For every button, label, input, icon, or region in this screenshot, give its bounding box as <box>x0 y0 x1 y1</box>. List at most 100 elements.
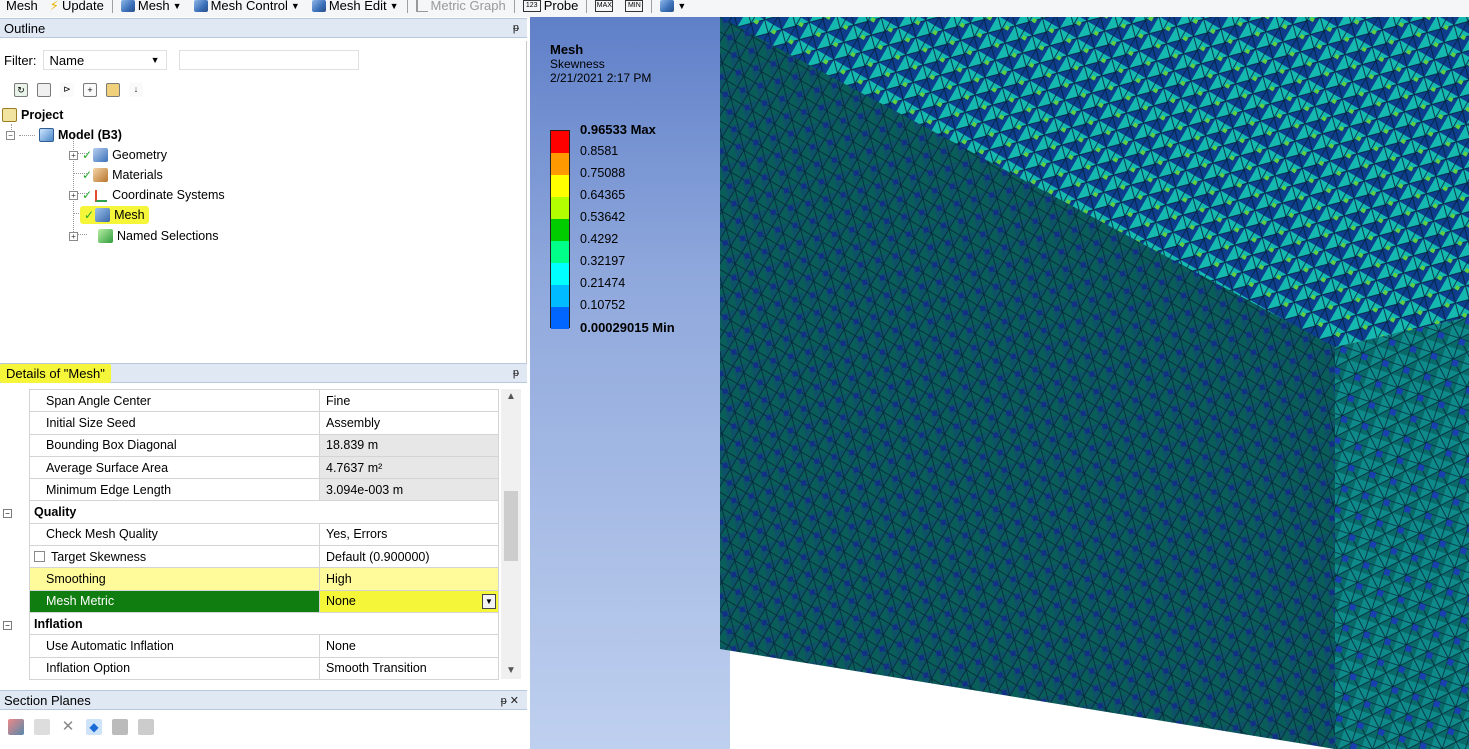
max-button[interactable]: MAX <box>589 0 619 14</box>
mesh-menu-button[interactable]: Mesh ▼ <box>115 0 188 14</box>
category-row-inflation[interactable]: Inflation <box>29 611 499 636</box>
details-row: Bounding Box Diagonal 18.839 m <box>29 433 499 457</box>
tree-item-model[interactable]: − Model (B3) <box>6 126 122 144</box>
mesh-edit-button[interactable]: Mesh Edit ▼ <box>306 0 405 14</box>
filter-input[interactable] <box>178 50 359 70</box>
details-row[interactable]: Check Mesh Quality Yes, Errors <box>29 522 499 547</box>
row-label: Bounding Box Diagonal <box>29 433 320 457</box>
metric-graph-label: Metric Graph <box>430 0 506 13</box>
show-whole-elements-icon[interactable]: ◆ <box>86 719 102 735</box>
row-value: None <box>326 594 356 609</box>
details-row[interactable]: Smoothing High <box>29 567 499 591</box>
edit-section-plane-icon[interactable] <box>34 719 50 735</box>
details-row[interactable]: Inflation Option Smooth Transition <box>29 656 499 680</box>
scroll-up-icon[interactable]: ▲ <box>506 391 516 402</box>
refresh-icon[interactable]: ↻ <box>14 83 28 97</box>
target-skewness-checkbox[interactable] <box>34 550 45 562</box>
row-value[interactable]: Smooth Transition <box>319 656 499 680</box>
expand-all-icon[interactable]: + <box>83 83 97 97</box>
tree-item-project[interactable]: Project <box>2 106 63 124</box>
mesh-model-view[interactable] <box>720 17 1469 749</box>
section-display-icon[interactable] <box>112 719 128 735</box>
pin-icon[interactable]: ᵽ <box>513 22 519 34</box>
row-value[interactable]: High <box>319 567 499 591</box>
tree-item-coordinate-systems[interactable]: + ✓ Coordinate Systems <box>69 186 225 204</box>
tree-item-mesh[interactable]: ✓ Mesh <box>80 206 149 224</box>
tree-item-named-selections[interactable]: + Named Selections <box>69 227 218 245</box>
row-value[interactable]: None <box>319 634 499 658</box>
min-button[interactable]: MIN <box>619 0 649 14</box>
row-value[interactable]: Fine <box>319 388 499 413</box>
scroll-down-icon[interactable]: ▼ <box>506 665 516 676</box>
legend-color-bar <box>550 130 570 329</box>
probe-button[interactable]: 123 Probe <box>517 0 585 14</box>
row-label: Target Skewness <box>51 549 147 564</box>
expand-toggle[interactable]: + <box>69 231 78 241</box>
details-row[interactable]: Span Angle Center Fine <box>29 388 499 413</box>
chevron-down-icon: ▼ <box>150 55 160 65</box>
bar-graph-icon <box>415 0 428 12</box>
mesh-tab[interactable]: Mesh <box>0 0 44 14</box>
collapse-toggle[interactable]: − <box>3 509 12 518</box>
filter-select[interactable]: Name ▼ <box>42 50 167 70</box>
pin-icon[interactable]: ᵽ <box>513 367 519 379</box>
tree-item-materials[interactable]: ✓ Materials <box>82 166 163 184</box>
tree-filter-icon[interactable]: ⊳ <box>60 83 74 97</box>
legend-label: 0.21474 <box>580 276 626 290</box>
details-panel: Span Angle Center Fine Initial Size Seed A… <box>0 387 527 687</box>
project-icon <box>2 108 17 122</box>
details-row: Average Surface Area 4.7637 m² <box>29 455 499 480</box>
collapse-toggle[interactable]: − <box>3 621 12 630</box>
row-value[interactable]: Yes, Errors <box>319 522 499 547</box>
legend-swatch <box>551 131 569 153</box>
check-icon: ✓ <box>82 148 93 162</box>
check-icon: ✓ <box>84 208 95 222</box>
tree-item-geometry[interactable]: + ✓ Geometry <box>69 146 167 164</box>
collapse-toggle[interactable]: − <box>6 130 15 140</box>
scroll-thumb[interactable] <box>504 491 518 561</box>
metric-graph-button[interactable]: Metric Graph <box>410 0 512 14</box>
probe-label: Probe <box>543 0 579 13</box>
delete-icon[interactable]: ✕ <box>60 719 76 735</box>
sort-icon[interactable]: ↓ <box>129 83 143 97</box>
details-row-selected[interactable]: Mesh Metric None ▼ <box>29 589 499 613</box>
mesh-metric-dropdown[interactable]: None ▼ <box>319 589 499 613</box>
expand-toggle[interactable]: + <box>69 150 78 160</box>
main-toolbar: Mesh ⚡ Update Mesh ▼ Mesh Control ▼ Mesh Ed… <box>0 0 1469 17</box>
row-value[interactable]: Assembly <box>319 411 499 435</box>
min-icon: MIN <box>625 0 644 12</box>
display-cube-icon <box>660 0 675 12</box>
category-label: Inflation <box>29 611 499 636</box>
display-options-button[interactable]: ▼ <box>654 0 692 14</box>
chevron-down-icon: ▼ <box>290 0 300 11</box>
mesh-control-icon <box>193 0 208 12</box>
chevron-down-icon[interactable]: ▼ <box>482 593 496 609</box>
tree-label-model: Model (B3) <box>58 128 122 142</box>
expand-toggle[interactable]: + <box>69 190 78 200</box>
section-options-icon[interactable] <box>138 719 154 735</box>
legend-swatch <box>551 175 569 197</box>
section-planes-header: Section Planes ᵽ ✕ <box>0 690 527 710</box>
legend-label: 0.10752 <box>580 298 626 312</box>
details-row[interactable]: Use Automatic Inflation None <box>29 634 499 658</box>
details-row[interactable]: Target Skewness Default (0.900000) <box>29 545 499 569</box>
toolbar-divider <box>651 0 653 13</box>
pin-close-icons[interactable]: ᵽ ✕ <box>501 694 519 707</box>
details-title: Details of "Mesh" <box>0 363 111 383</box>
details-row[interactable]: Initial Size Seed Assembly <box>29 411 499 435</box>
legend-swatch <box>551 263 569 285</box>
graphics-viewport[interactable]: Mesh Skewness 2/21/2021 2:17 PM 0.96533 … <box>530 17 1469 749</box>
legend-label: 0.8581 <box>580 144 619 158</box>
mesh-control-button[interactable]: Mesh Control ▼ <box>188 0 306 14</box>
legend-swatch <box>551 219 569 241</box>
details-scrollbar[interactable]: ▲ ▼ <box>501 389 521 679</box>
row-value[interactable]: Default (0.900000) <box>319 545 499 569</box>
outline-panel: Filter: Name ▼ ↻ ⊳ + ↓ Project − Model (… <box>0 41 527 363</box>
row-label: Minimum Edge Length <box>29 478 320 502</box>
category-row-quality[interactable]: Quality <box>29 500 499 524</box>
legend-label: 0.53642 <box>580 210 626 224</box>
new-section-plane-icon[interactable] <box>8 719 24 735</box>
folder-icon[interactable] <box>106 83 120 97</box>
collapse-icon[interactable] <box>37 83 51 97</box>
update-button[interactable]: ⚡ Update <box>44 0 110 14</box>
